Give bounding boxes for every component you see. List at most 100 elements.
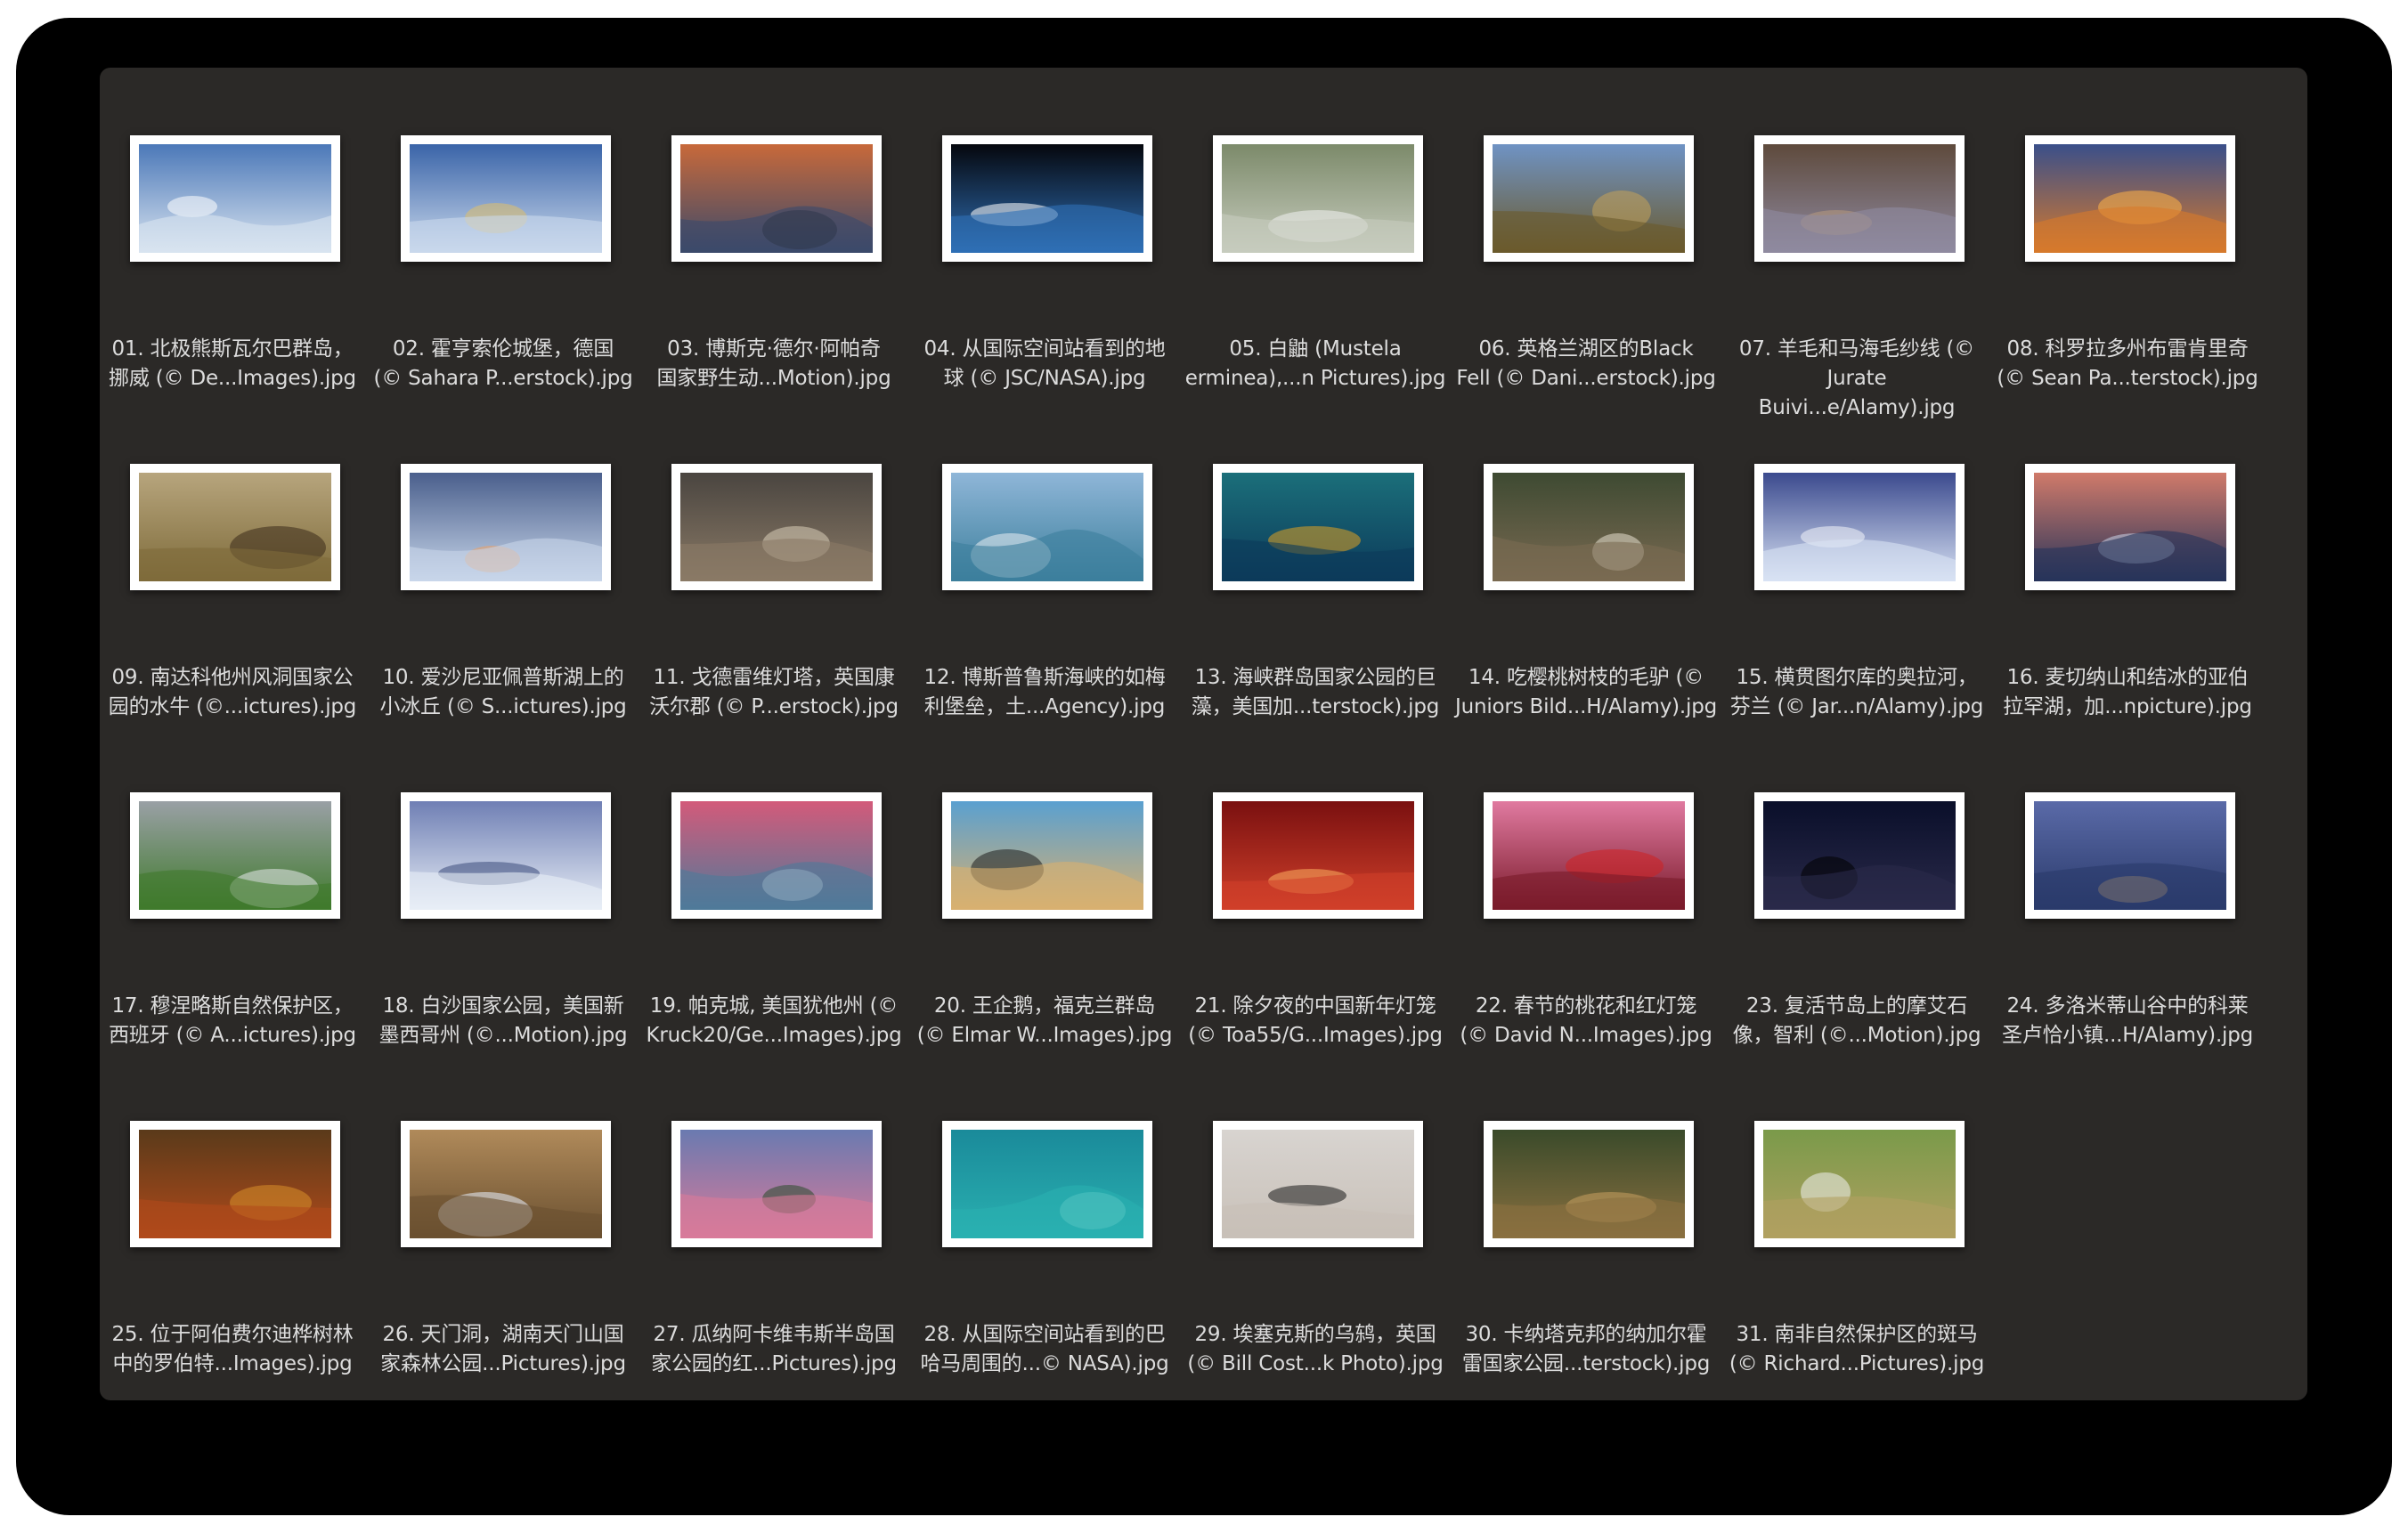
thumbnail-image (951, 801, 1143, 910)
file-item[interactable]: 01. 北极熊斯瓦尔巴群岛， 挪威 (© De...Images).jpg (102, 87, 363, 390)
file-item[interactable]: 10. 爱沙尼亚佩普斯湖上的 小冰丘 (© S...ictures).jpg (372, 416, 634, 718)
file-name-label: 23. 复活节岛上的摩艾石 像，智利 (©...Motion).jpg (1732, 994, 1981, 1047)
file-item[interactable]: 25. 位于阿伯费尔迪桦树林 中的罗伯特...Images).jpg (102, 1073, 363, 1375)
file-item[interactable]: 26. 天门洞，湖南天门山国 家森林公园...Pictures).jpg (372, 1073, 634, 1375)
file-item[interactable]: 22. 春节的桃花和红灯笼 (© David N...Images).jpg (1455, 744, 1717, 1047)
file-thumbnail[interactable] (942, 792, 1152, 919)
thumbnail-image (2034, 801, 2226, 910)
file-thumbnail[interactable] (1213, 464, 1423, 590)
file-thumbnail[interactable] (401, 792, 611, 919)
file-thumbnail[interactable] (1754, 1121, 1965, 1247)
file-item[interactable]: 30. 卡纳塔克邦的纳加尔霍 雷国家公园...terstock).jpg (1455, 1073, 1717, 1375)
file-item[interactable]: 24. 多洛米蒂山谷中的科莱 圣卢恰小镇...H/Alamy).jpg (1997, 744, 2258, 1047)
file-thumbnail[interactable] (1484, 792, 1694, 919)
file-item[interactable]: 21. 除夕夜的中国新年灯笼 (© Toa55/G...Images).jpg (1184, 744, 1446, 1047)
thumbnail-image (1763, 144, 1956, 253)
file-thumbnail[interactable] (671, 792, 882, 919)
file-thumbnail[interactable] (1754, 464, 1965, 590)
thumbnail-image (1222, 801, 1414, 910)
file-thumbnail[interactable] (1213, 135, 1423, 262)
file-thumbnail[interactable] (1754, 792, 1965, 919)
file-item[interactable]: 05. 白鼬 (Mustela erminea),...n Pictures).… (1184, 87, 1446, 390)
file-thumbnail[interactable] (1484, 135, 1694, 262)
file-thumbnail[interactable] (2025, 792, 2235, 919)
file-thumbnail[interactable] (1213, 792, 1423, 919)
file-name-label: 21. 除夕夜的中国新年灯笼 (© Toa55/G...Images).jpg (1188, 994, 1443, 1047)
file-thumbnail[interactable] (130, 464, 340, 590)
file-name-label: 28. 从国际空间站看到的巴 哈马周围的...© NASA).jpg (920, 1323, 1169, 1375)
thumbnail-image (1763, 801, 1956, 910)
file-name-label: 27. 瓜纳阿卡维韦斯半岛国 家公园的红...Pictures).jpg (651, 1323, 897, 1375)
file-item[interactable]: 20. 王企鹅，福克兰群岛 (© Elmar W...Images).jpg (914, 744, 1176, 1047)
thumbnail-image (1493, 473, 1685, 581)
file-thumbnail[interactable] (130, 135, 340, 262)
file-name-label: 02. 霍亨索伦城堡，德国 (© Sahara P...erstock).jpg (373, 337, 633, 390)
thumbnail-image (680, 1130, 873, 1238)
file-thumbnail[interactable] (401, 1121, 611, 1247)
file-thumbnail[interactable] (942, 464, 1152, 590)
file-item[interactable]: 19. 帕克城, 美国犹他州 (© Kruck20/Ge...Images).j… (643, 744, 905, 1047)
file-item[interactable]: 07. 羊毛和马海毛纱线 (© Jurate Buivi...e/Alamy).… (1726, 87, 1988, 419)
file-name-label: 20. 王企鹅，福克兰群岛 (© Elmar W...Images).jpg (916, 994, 1173, 1047)
file-name-label: 03. 博斯克·德尔·阿帕奇 国家野生动...Motion).jpg (656, 337, 891, 390)
file-item[interactable]: 12. 博斯普鲁斯海峡的如梅 利堡垒，土...Agency).jpg (914, 416, 1176, 718)
thumbnail-image (1493, 801, 1685, 910)
thumbnail-image (1493, 1130, 1685, 1238)
file-item[interactable]: 06. 英格兰湖区的Black Fell (© Dani...erstock).… (1455, 87, 1717, 390)
file-thumbnail[interactable] (130, 792, 340, 919)
thumbnail-image (139, 473, 331, 581)
thumbnail-image (2034, 144, 2226, 253)
file-thumbnail[interactable] (401, 135, 611, 262)
file-name-label: 11. 戈德雷维灯塔，英国康 沃尔郡 (© P...erstock).jpg (649, 666, 899, 718)
file-item[interactable]: 16. 麦切纳山和结冰的亚伯 拉罕湖，加...npicture).jpg (1997, 416, 2258, 718)
file-thumbnail[interactable] (1754, 135, 1965, 262)
file-item[interactable]: 13. 海峡群岛国家公园的巨 藻，美国加...terstock).jpg (1184, 416, 1446, 718)
file-thumbnail[interactable] (2025, 135, 2235, 262)
file-item[interactable]: 14. 吃樱桃树枝的毛驴 (© Juniors Bild...H/Alamy).… (1455, 416, 1717, 718)
thumbnail-image (1222, 144, 1414, 253)
file-name-label: 08. 科罗拉多州布雷肯里奇 (© Sean Pa...terstock).jp… (1997, 337, 2258, 390)
file-thumbnail[interactable] (1484, 1121, 1694, 1247)
file-item[interactable]: 18. 白沙国家公园，美国新 墨西哥州 (©...Motion).jpg (372, 744, 634, 1047)
thumbnail-image (410, 144, 602, 253)
thumbnail-image (1222, 1130, 1414, 1238)
file-name-label: 12. 博斯普鲁斯海峡的如梅 利堡垒，土...Agency).jpg (923, 666, 1166, 718)
file-thumbnail[interactable] (1213, 1121, 1423, 1247)
thumbnail-image (680, 473, 873, 581)
file-name-label: 01. 北极熊斯瓦尔巴群岛， 挪威 (© De...Images).jpg (109, 337, 356, 390)
file-item[interactable]: 02. 霍亨索伦城堡，德国 (© Sahara P...erstock).jpg (372, 87, 634, 390)
thumbnail-image (951, 1130, 1143, 1238)
file-thumbnail[interactable] (942, 1121, 1152, 1247)
file-item[interactable]: 31. 南非自然保护区的斑马 (© Richard...Pictures).jp… (1726, 1073, 1988, 1375)
file-name-label: 19. 帕克城, 美国犹他州 (© Kruck20/Ge...Images).j… (646, 994, 902, 1047)
file-name-label: 10. 爱沙尼亚佩普斯湖上的 小冰丘 (© S...ictures).jpg (379, 666, 627, 718)
file-thumbnail[interactable] (2025, 464, 2235, 590)
thumbnail-image (951, 144, 1143, 253)
thumbnail-image (410, 1130, 602, 1238)
file-item[interactable]: 09. 南达科他州风洞国家公 园的水牛 (©...ictures).jpg (102, 416, 363, 718)
file-item[interactable]: 04. 从国际空间站看到的地 球 (© JSC/NASA).jpg (914, 87, 1176, 390)
thumbnail-image (1763, 473, 1956, 581)
file-thumbnail[interactable] (671, 464, 882, 590)
file-thumbnail[interactable] (1484, 464, 1694, 590)
file-name-label: 13. 海峡群岛国家公园的巨 藻，美国加...terstock).jpg (1191, 666, 1440, 718)
file-item[interactable]: 08. 科罗拉多州布雷肯里奇 (© Sean Pa...terstock).jp… (1997, 87, 2258, 390)
file-thumbnail[interactable] (130, 1121, 340, 1247)
file-thumbnail[interactable] (942, 135, 1152, 262)
file-item[interactable]: 03. 博斯克·德尔·阿帕奇 国家野生动...Motion).jpg (643, 87, 905, 390)
file-item[interactable]: 11. 戈德雷维灯塔，英国康 沃尔郡 (© P...erstock).jpg (643, 416, 905, 718)
file-thumbnail[interactable] (671, 135, 882, 262)
file-name-label: 22. 春节的桃花和红灯笼 (© David N...Images).jpg (1460, 994, 1712, 1047)
thumbnail-image (680, 801, 873, 910)
file-item[interactable]: 23. 复活节岛上的摩艾石 像，智利 (©...Motion).jpg (1726, 744, 1988, 1047)
file-thumbnail[interactable] (671, 1121, 882, 1247)
file-name-label: 07. 羊毛和马海毛纱线 (© Jurate Buivi...e/Alamy).… (1738, 337, 1975, 419)
thumbnail-image (951, 473, 1143, 581)
file-thumbnail[interactable] (401, 464, 611, 590)
file-item[interactable]: 17. 穆涅略斯自然保护区， 西班牙 (© A...ictures).jpg (102, 744, 363, 1047)
file-name-label: 29. 埃塞克斯的乌鸫，英国 (© Bill Cost...k Photo).j… (1187, 1323, 1444, 1375)
file-item[interactable]: 27. 瓜纳阿卡维韦斯半岛国 家公园的红...Pictures).jpg (643, 1073, 905, 1375)
file-item[interactable]: 29. 埃塞克斯的乌鸫，英国 (© Bill Cost...k Photo).j… (1184, 1073, 1446, 1375)
file-item[interactable]: 15. 横贯图尔库的奥拉河， 芬兰 (© Jar...n/Alamy).jpg (1726, 416, 1988, 718)
file-item[interactable]: 28. 从国际空间站看到的巴 哈马周围的...© NASA).jpg (914, 1073, 1176, 1375)
